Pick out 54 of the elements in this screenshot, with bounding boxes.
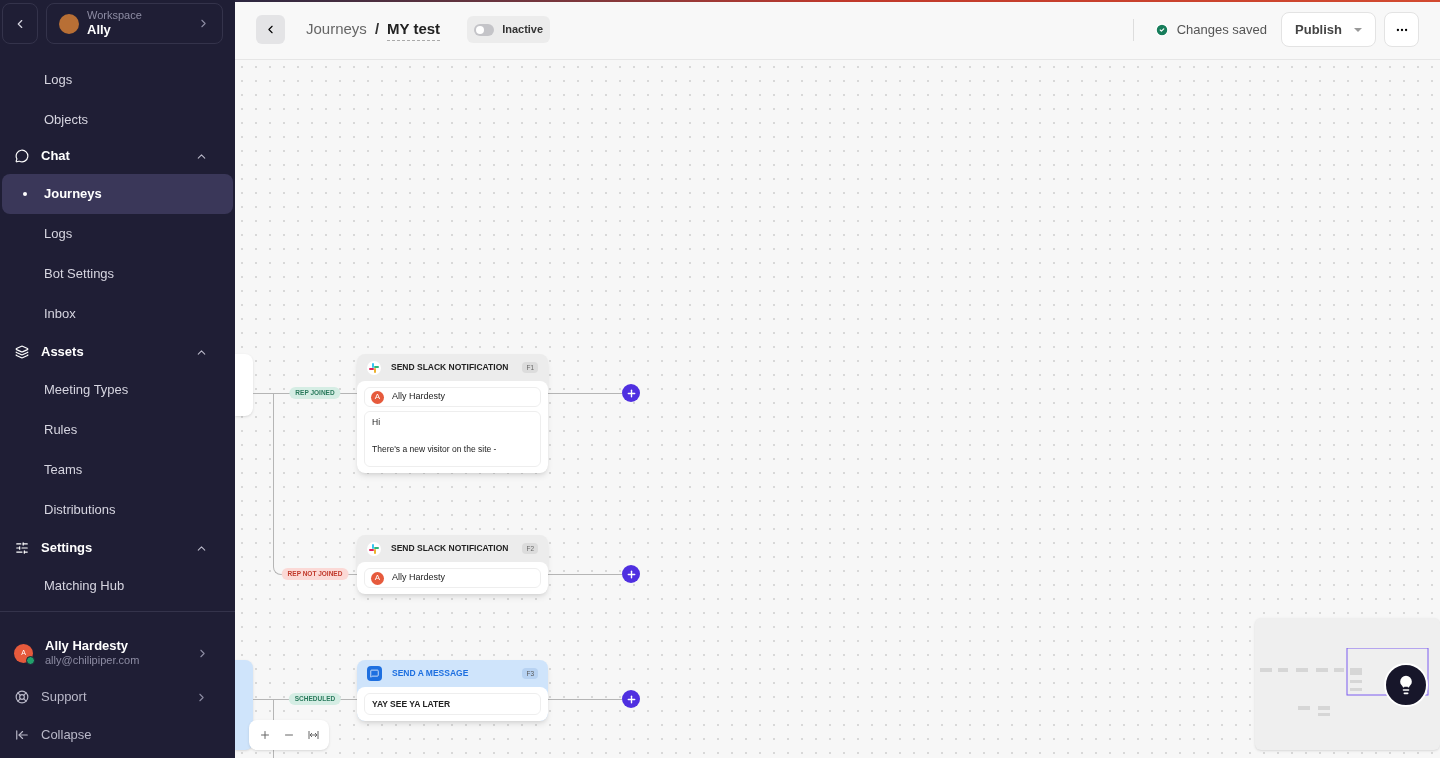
sidebar-section[interactable]: Assets xyxy=(0,336,235,368)
chat-bubble-icon xyxy=(15,149,29,163)
plus-icon xyxy=(259,729,272,741)
assignee-field[interactable]: A Ally Hardesty xyxy=(364,387,541,407)
sidebar-item[interactable]: Meeting Types xyxy=(2,370,233,410)
message-field[interactable]: Hi There's a new visitor on the site - xyxy=(364,411,541,467)
lifebuoy-icon xyxy=(15,690,29,704)
sidebar-item[interactable]: Rules xyxy=(2,410,233,450)
status-toggle[interactable]: Inactive xyxy=(467,16,551,43)
layers-icon xyxy=(15,345,29,359)
add-step-button[interactable] xyxy=(622,565,640,583)
caret-icon xyxy=(1354,27,1362,32)
node-title: SEND SLACK NOTIFICATION xyxy=(391,542,510,555)
back-button[interactable] xyxy=(256,15,285,44)
assignee-field[interactable]: A Ally Hardesty xyxy=(364,568,541,588)
publish-button[interactable]: Publish xyxy=(1281,12,1376,47)
sidebar-item[interactable]: Logs xyxy=(2,214,233,254)
sidebar-item[interactable]: Journeys xyxy=(2,174,233,214)
sliders-icon xyxy=(15,541,29,555)
node-title: SEND A MESSAGE xyxy=(392,667,470,680)
chat-bubble-icon xyxy=(367,666,382,681)
plus-icon xyxy=(625,568,637,580)
collapse-icon xyxy=(15,728,29,742)
fit-view-button[interactable] xyxy=(307,730,319,740)
save-status: Changes saved xyxy=(1176,20,1268,39)
four-color-hash-icon xyxy=(369,362,379,373)
zoom-in-button[interactable] xyxy=(259,729,272,741)
sidebar-item[interactable]: Objects xyxy=(2,100,233,140)
add-step-button[interactable] xyxy=(622,384,640,402)
sidebar-section[interactable]: Settings xyxy=(0,532,235,564)
plus-icon xyxy=(625,693,637,705)
workspace-switcher[interactable]: Workspace Ally xyxy=(46,3,223,44)
sidebar-item[interactable]: Teams xyxy=(2,450,233,490)
sidebar-item[interactable]: Logs xyxy=(2,60,233,100)
sidebar-item[interactable]: Distributions xyxy=(2,490,233,530)
message-field[interactable]: YAY SEE YA LATER xyxy=(364,693,541,715)
add-step-button[interactable] xyxy=(622,690,640,708)
user-avatar: A xyxy=(371,571,384,585)
support-link[interactable]: Support xyxy=(0,678,235,716)
bullet-icon xyxy=(23,192,27,196)
sidebar-item[interactable]: Matching Hub xyxy=(2,566,233,606)
breadcrumb-separator: / xyxy=(374,19,380,40)
sidebar-section[interactable]: Chat xyxy=(0,140,235,172)
plus-icon xyxy=(625,387,637,399)
breadcrumb-link[interactable]: Journeys xyxy=(306,18,367,41)
sidebar-item[interactable]: Inbox xyxy=(2,294,233,334)
four-color-hash-icon xyxy=(369,543,379,554)
user-avatar: A xyxy=(371,390,384,404)
sidebar-item[interactable]: Bot Settings xyxy=(2,254,233,294)
collapse-button[interactable]: Collapse xyxy=(0,716,235,754)
node-title: SEND SLACK NOTIFICATION xyxy=(391,361,510,374)
fit-width-icon xyxy=(307,730,319,740)
check-circle-icon xyxy=(1154,22,1169,37)
journey-title[interactable]: MY test xyxy=(387,18,441,41)
